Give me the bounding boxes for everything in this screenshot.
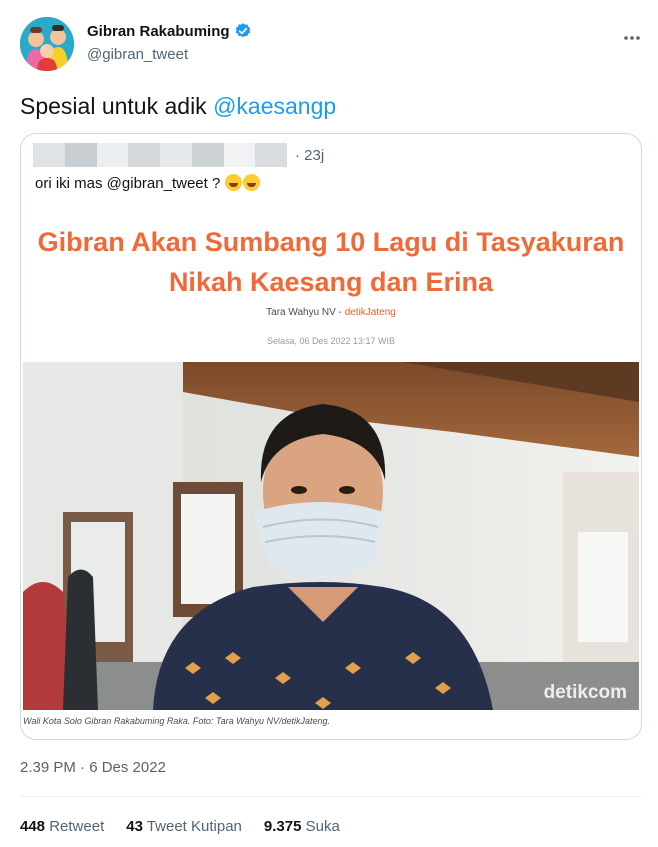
quote-count-label: Tweet Kutipan <box>146 818 242 835</box>
author-handle[interactable]: @gibran_tweet <box>87 46 188 63</box>
quoted-tweet-text: ori iki mas @gibran_tweet ? <box>35 174 261 192</box>
avatar[interactable] <box>20 17 74 71</box>
retweet-count-label: Retweet <box>49 818 105 835</box>
verified-badge-icon <box>234 22 252 40</box>
retweet-count[interactable]: 448 Retweet <box>20 818 104 835</box>
display-name[interactable]: Gibran Rakabuming <box>87 23 230 40</box>
tweet-header: Gibran Rakabuming @gibran_tweet <box>20 17 645 73</box>
byline-source: detikJateng <box>344 307 396 318</box>
headline-line-2: Nikah Kaesang dan Erina <box>168 267 494 297</box>
retweet-count-number: 448 <box>20 818 46 835</box>
more-options-icon[interactable] <box>623 26 641 44</box>
quote-count-number: 43 <box>126 818 143 835</box>
quoted-text-body: ori iki mas @gibran_tweet ? <box>35 175 221 192</box>
photo-caption: Wali Kota Solo Gibran Rakabuming Raka. F… <box>23 716 330 726</box>
like-count-number: 9.375 <box>263 818 302 835</box>
byline-author: Tara Wahyu NV - <box>266 307 345 318</box>
quoted-tweet-header: · 23j <box>33 142 324 168</box>
name-row: Gibran Rakabuming <box>87 22 252 40</box>
like-count-label: Suka <box>305 818 340 835</box>
divider <box>20 796 642 797</box>
laughing-emoji-icon <box>243 174 261 191</box>
article-screenshot[interactable]: Gibran Akan Sumbang 10 Lagu di Tasyakura… <box>21 212 641 726</box>
article-date: Selasa, 06 Des 2022 13:17 WIB <box>266 336 396 346</box>
quoted-tweet-time[interactable]: · 23j <box>295 147 324 164</box>
article-byline: Tara Wahyu NV - detikJateng <box>21 307 641 318</box>
like-count[interactable]: 9.375 Suka <box>264 818 340 835</box>
quoted-tweet[interactable]: · 23j ori iki mas @gibran_tweet ? Gibran… <box>20 133 642 740</box>
article-photo: detikcom <box>23 362 639 710</box>
tweet-text: Spesial untuk adik @kaesangp <box>20 93 336 120</box>
laughing-emoji-icon <box>225 174 243 191</box>
tweet-text-prefix: Spesial untuk adik <box>20 93 214 119</box>
article-headline: Gibran Akan Sumbang 10 Lagu di Tasyakura… <box>21 222 641 302</box>
blurred-author <box>33 143 287 167</box>
engagement-stats: 448 Retweet 43 Tweet Kutipan 9.375 Suka <box>20 818 340 835</box>
mention-link[interactable]: @kaesangp <box>213 93 336 119</box>
headline-line-1: Gibran Akan Sumbang 10 Lagu di Tasyakura… <box>37 227 625 257</box>
photo-watermark: detikcom <box>543 682 627 703</box>
quote-tweet-count[interactable]: 43 Tweet Kutipan <box>126 818 242 835</box>
tweet-timestamp[interactable]: 2.39 PM · 6 Des 2022 <box>20 759 166 776</box>
